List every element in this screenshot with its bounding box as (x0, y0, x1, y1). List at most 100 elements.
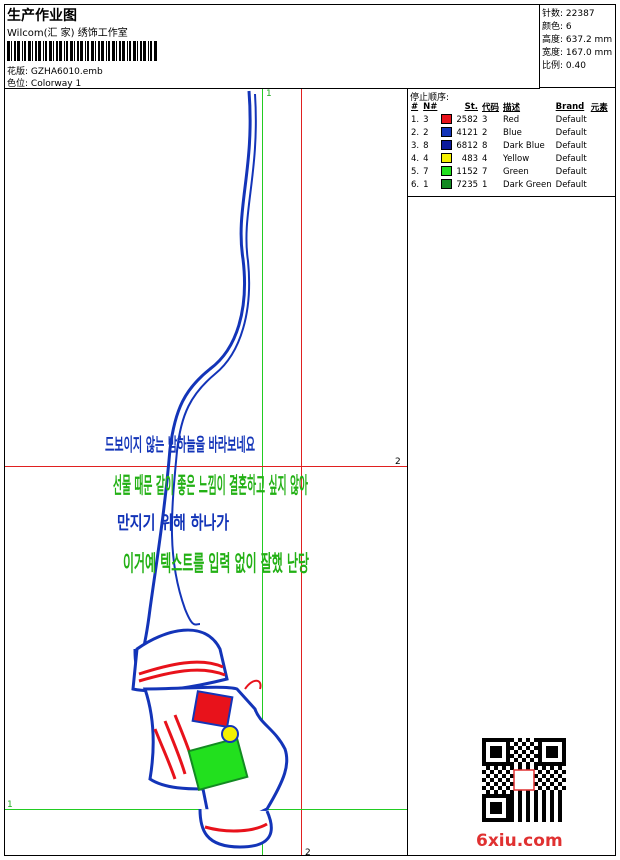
col-description: 描述 (503, 103, 521, 113)
table-header-row: # N# St. 代码 描述 Brand 元素 (409, 101, 610, 113)
table-row: 3. 8 6812 8 Dark Blue Default (409, 139, 610, 152)
colorway-label: 色位: (7, 79, 29, 89)
col-swatch (439, 101, 454, 113)
stat-value: 167.0 mm (565, 48, 613, 58)
cell-sw (439, 165, 454, 178)
cell-brand: Default (555, 153, 587, 164)
color-swatch (441, 179, 453, 190)
design-text-line-1: 드보이지 않는 밤하늘을 바라보네요 (105, 435, 255, 456)
col-index: # (411, 102, 419, 112)
cell-idx: 6. (411, 179, 420, 190)
cell-brand: Default (555, 127, 587, 138)
table-row: 1. 3 2582 3 Red Default (409, 113, 610, 126)
cell-n: 1 (423, 179, 429, 190)
cell-sw (439, 139, 454, 152)
cell-n: 4 (423, 153, 429, 164)
cell-code: 4 (482, 153, 488, 164)
color-swatch (441, 153, 453, 164)
stat-label: 颜色: (542, 22, 564, 32)
cell-desc: Dark Blue (503, 140, 545, 151)
stat-label: 高度: (542, 35, 564, 45)
cell-n: 7 (423, 166, 429, 177)
design-text-line-3: 만지기 위해 하나가 (117, 513, 229, 534)
cell-sw (439, 126, 454, 139)
cell-brand: Default (555, 114, 587, 125)
cell-st: 7235 (456, 179, 479, 190)
stat-value: 0.40 (565, 61, 586, 71)
stat-stitches: 针数: 22387 (542, 6, 595, 19)
cell-code: 2 (482, 127, 488, 138)
design-text-line-4: 이거예 텍스트를 입력 없이 잘했 난당 (123, 552, 309, 577)
design-text-line-2: 선물 때문 같이 좋은 느낌이 결혼하고 싶지 않아 (113, 474, 308, 499)
cell-n: 8 (423, 140, 429, 151)
header-stats: 针数: 22387 颜色: 6 高度: 637.2 mm 宽度: 167.0 m… (539, 4, 616, 88)
cell-desc: Blue (503, 127, 522, 138)
cell-el (589, 113, 610, 126)
table-row: 5. 7 1152 7 Green Default (409, 165, 610, 178)
cell-el (589, 139, 610, 152)
qr-code (482, 738, 566, 822)
stat-height: 高度: 637.2 mm (542, 32, 612, 45)
col-element: 元素 (590, 103, 608, 113)
watermark: 6xiu.com (476, 831, 563, 851)
cell-el (589, 165, 610, 178)
stat-label: 针数: (542, 9, 564, 19)
cell-idx: 3. (411, 140, 420, 151)
stat-value: 22387 (565, 9, 595, 19)
cell-idx: 1. (411, 114, 420, 125)
gift-ornament-yellow (221, 725, 239, 743)
col-code: 代码 (482, 103, 500, 113)
cell-idx: 2. (411, 127, 420, 138)
cell-n: 3 (423, 114, 429, 125)
cell-el (589, 178, 610, 191)
hanging-cord (133, 90, 252, 667)
gift-ribbon (244, 679, 262, 690)
col-brand: Brand (555, 102, 585, 112)
cell-idx: 4. (411, 153, 420, 164)
cell-code: 8 (482, 140, 488, 151)
col-needle: N# (423, 102, 438, 112)
cell-brand: Default (555, 179, 587, 190)
cell-st: 2582 (456, 114, 479, 125)
panel-divider (407, 88, 408, 856)
cell-brand: Default (555, 166, 587, 177)
stat-width: 宽度: 167.0 mm (542, 45, 612, 58)
embroidery-design: 드보이지 않는 밤하늘을 바라보네요 선물 때문 같이 좋은 느낌이 결혼하고 … (105, 90, 309, 849)
hanging-cord-inner (170, 93, 257, 626)
table-row: 4. 4 483 4 Yellow Default (409, 152, 610, 165)
page-title: 生产作业图 (7, 8, 77, 24)
cell-n: 2 (423, 127, 429, 138)
stat-label: 比例: (542, 61, 564, 71)
cell-st: 483 (461, 153, 479, 164)
cell-desc: Yellow (503, 153, 530, 164)
cell-brand: Default (555, 140, 587, 151)
stat-value: 6 (565, 22, 572, 32)
barcode (7, 41, 157, 61)
stat-colors: 颜色: 6 (542, 19, 572, 32)
cell-el (589, 152, 610, 165)
color-swatch (441, 166, 453, 177)
gift-box-red (191, 690, 234, 729)
cell-st: 1152 (456, 166, 479, 177)
cell-code: 1 (482, 179, 488, 190)
cell-el (589, 126, 610, 139)
stocking-cuff (131, 628, 229, 693)
color-swatch (441, 140, 453, 151)
cell-idx: 5. (411, 166, 420, 177)
cell-code: 3 (482, 114, 488, 125)
color-swatch (441, 114, 453, 125)
cell-st: 4121 (456, 127, 479, 138)
cell-sw (439, 178, 454, 191)
stat-value: 637.2 mm (565, 35, 613, 45)
cell-desc: Green (503, 166, 529, 177)
table-row: 2. 2 4121 2 Blue Default (409, 126, 610, 139)
color-swatch (441, 127, 453, 138)
cell-sw (439, 113, 454, 126)
sequence-divider (407, 196, 616, 197)
company-name: Wilcom(汇 家) 绣饰工作室 (7, 28, 128, 39)
cell-desc: Red (503, 114, 520, 125)
table-row: 6. 1 7235 1 Dark Green Default (409, 178, 610, 191)
stop-sequence-table: # N# St. 代码 描述 Brand 元素 1. 3 2582 3 Red Defau… (409, 101, 610, 191)
cell-code: 7 (482, 166, 488, 177)
cell-desc: Dark Green (503, 179, 552, 190)
